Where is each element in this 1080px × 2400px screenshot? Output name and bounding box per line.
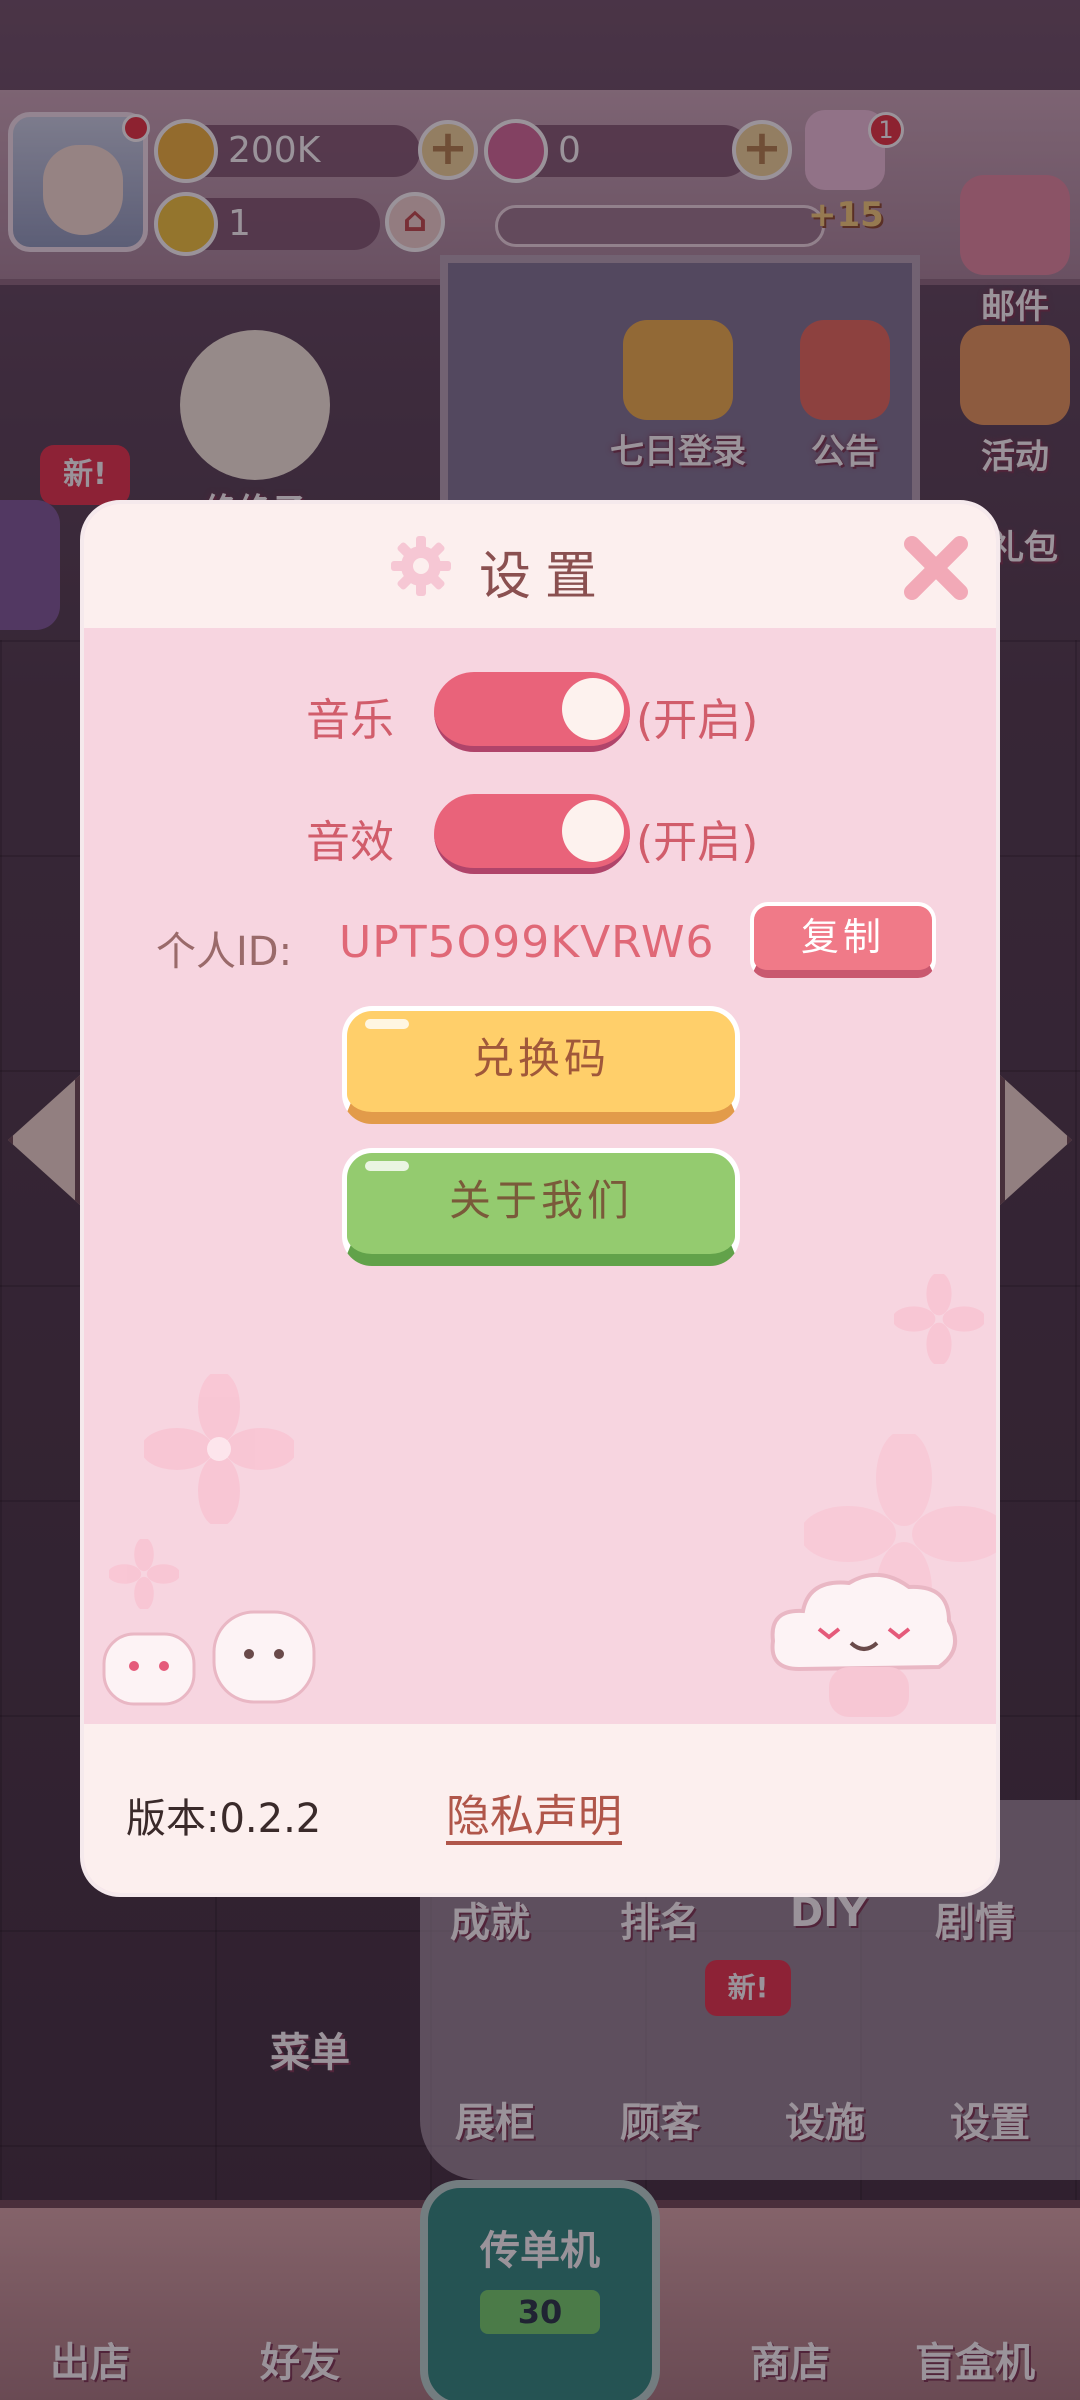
redeem-code-button[interactable]: 兑换码	[342, 1006, 740, 1124]
sfx-label: 音效	[306, 817, 394, 868]
dialog-footer: 版本:0.2.2 隐私声明	[84, 1724, 996, 1893]
copy-id-button[interactable]: 复制	[750, 902, 936, 978]
dialog-header: 设置	[84, 504, 996, 628]
toggle-knob	[562, 678, 624, 740]
music-toggle[interactable]	[434, 672, 630, 752]
sfx-toggle[interactable]	[434, 794, 630, 874]
flower-decoration	[894, 1274, 984, 1364]
music-state: (开启)	[636, 695, 759, 746]
bunny-mascots-decoration	[102, 1610, 316, 1706]
flower-decoration	[144, 1374, 294, 1524]
player-id-value: UPT5O99KVRW6	[339, 917, 715, 968]
player-id-label: 个人ID:	[156, 929, 293, 975]
version-text: 版本:0.2.2	[126, 1796, 322, 1842]
music-label: 音乐	[306, 695, 394, 746]
dialog-title: 设置	[479, 547, 612, 607]
close-icon[interactable]	[900, 532, 972, 604]
privacy-statement-link[interactable]: 隐私声明	[446, 1780, 622, 1844]
sfx-state: (开启)	[636, 817, 759, 868]
gear-icon	[391, 536, 451, 596]
settings-dialog: 设置 音乐 (开启) 音效 (开启) 个人ID: UPT5O99KVRW6 复制…	[80, 500, 1000, 1897]
about-us-button[interactable]: 关于我们	[342, 1148, 740, 1266]
flower-decoration	[109, 1539, 179, 1609]
cloud-mascot-decoration	[770, 1572, 958, 1717]
toggle-knob	[562, 800, 624, 862]
